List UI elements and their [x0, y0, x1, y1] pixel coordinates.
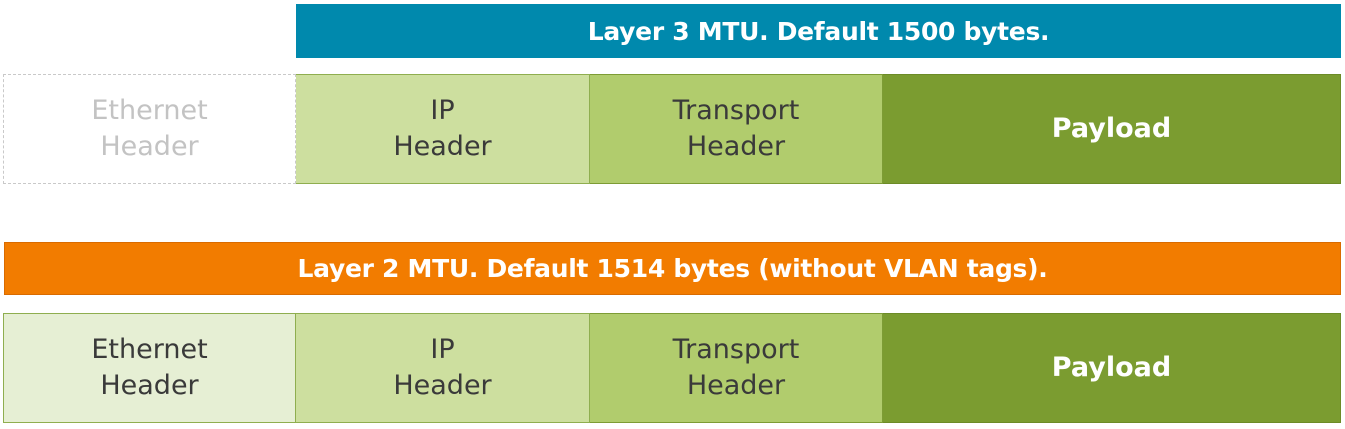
layer3-mtu-banner: Layer 3 MTU. Default 1500 bytes. — [296, 4, 1341, 58]
layer2-frame-row: Ethernet Header IP Header Transport Head… — [3, 313, 1341, 423]
layer2-mtu-banner: Layer 2 MTU. Default 1514 bytes (without… — [4, 242, 1341, 295]
layer2-ethernet-header-cell: Ethernet Header — [3, 313, 296, 423]
layer3-frame-row: Ethernet Header IP Header Transport Head… — [3, 74, 1341, 184]
layer3-payload-cell: Payload — [883, 74, 1341, 184]
layer3-ip-header-cell: IP Header — [296, 74, 590, 184]
layer3-transport-header-cell: Transport Header — [590, 74, 883, 184]
layer2-payload-cell: Payload — [883, 313, 1341, 423]
layer2-ip-header-cell: IP Header — [296, 313, 590, 423]
layer2-transport-header-cell: Transport Header — [590, 313, 883, 423]
layer3-ethernet-header-cell: Ethernet Header — [3, 74, 296, 184]
